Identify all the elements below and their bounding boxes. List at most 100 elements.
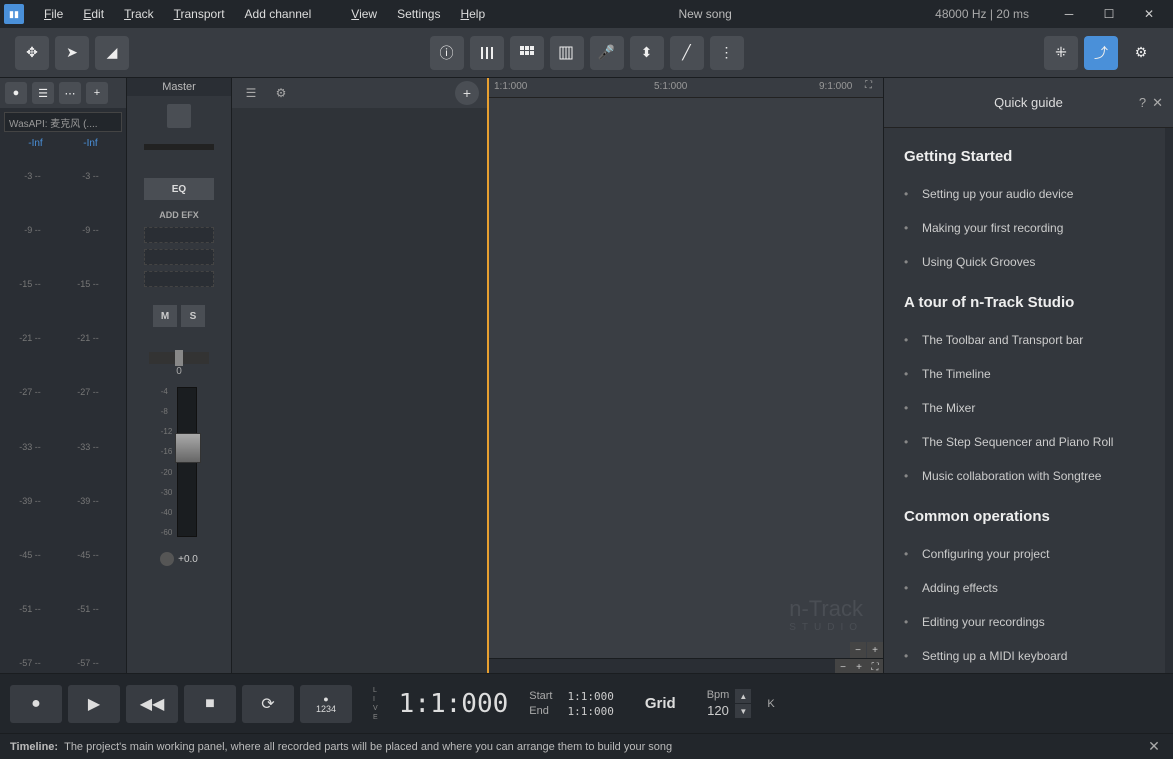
- piano-button[interactable]: [550, 36, 584, 70]
- zoom-out-h[interactable]: −: [835, 659, 851, 673]
- transport-bar: ● ▶ ◀◀ ■ ⟳ ●1234 LIVE 1:1:000 Start 1:1:…: [0, 673, 1173, 733]
- bpm-label: Bpm: [707, 689, 730, 701]
- options-icon[interactable]: ⋯: [59, 82, 81, 104]
- record-arm-icon[interactable]: ●: [5, 82, 27, 104]
- loop-button[interactable]: ⟳: [242, 685, 294, 723]
- bpm-down[interactable]: ▼: [735, 704, 751, 718]
- automation-dot-icon[interactable]: [160, 552, 174, 566]
- efx-slot-3[interactable]: [144, 271, 214, 287]
- guide-link[interactable]: Making your first recording: [904, 211, 1145, 245]
- guide-link[interactable]: Adding effects: [904, 571, 1145, 605]
- network-button[interactable]: ⁜: [1044, 36, 1078, 70]
- meter-tick: -51 --: [77, 604, 99, 614]
- fader-value: +0.0: [178, 554, 198, 565]
- ruler-mark: 5:1:000: [654, 81, 687, 92]
- zoom-fit-h[interactable]: ⛶: [867, 659, 883, 673]
- close-button[interactable]: ✕: [1129, 0, 1169, 28]
- rewind-button[interactable]: ◀◀: [126, 685, 178, 723]
- zoom-in-h[interactable]: +: [851, 659, 867, 673]
- add-input-button[interactable]: +: [86, 82, 108, 104]
- guide-link[interactable]: Setting up your audio device: [904, 177, 1145, 211]
- zoom-in-v[interactable]: +: [867, 642, 883, 658]
- help-icon[interactable]: ?: [1139, 95, 1146, 111]
- eq-button[interactable]: EQ: [144, 178, 214, 200]
- menu-edit[interactable]: Edit: [73, 3, 114, 25]
- move-tool[interactable]: ✥: [15, 36, 49, 70]
- guide-link[interactable]: The Toolbar and Transport bar: [904, 323, 1145, 357]
- info-button[interactable]: ⓘ: [430, 36, 464, 70]
- grid-button[interactable]: [510, 36, 544, 70]
- meter-tick: -33 --: [77, 442, 99, 452]
- meter-tick: -57 --: [19, 658, 41, 668]
- track-area: ☰ ⚙ + 1:1:000 5:1:000 9:1:000 ⛶ n-Track …: [232, 78, 883, 673]
- menu-view[interactable]: View: [341, 3, 387, 25]
- pan-slider[interactable]: [144, 144, 214, 150]
- list-icon[interactable]: ☰: [32, 82, 54, 104]
- minimize-button[interactable]: ─: [1049, 0, 1089, 28]
- share-button[interactable]: ⤴: [1084, 36, 1118, 70]
- timeline-canvas[interactable]: n-Track STUDIO − +: [489, 98, 883, 658]
- guide-link[interactable]: Editing your recordings: [904, 605, 1145, 639]
- meter-tick: -39 --: [77, 496, 99, 506]
- menu-settings[interactable]: Settings: [387, 3, 450, 25]
- guide-link[interactable]: The Step Sequencer and Piano Roll: [904, 425, 1145, 459]
- guide-link[interactable]: Configuring your project: [904, 537, 1145, 571]
- grid-mode[interactable]: Grid: [645, 695, 676, 712]
- metronome-button[interactable]: ●1234: [300, 685, 352, 723]
- maximize-button[interactable]: ☐: [1089, 0, 1129, 28]
- audio-device-field[interactable]: [4, 112, 122, 132]
- volume-fader[interactable]: [177, 387, 197, 537]
- fader-tick: -8: [161, 407, 173, 416]
- menu-file[interactable]: File: [34, 3, 73, 25]
- status-close-icon[interactable]: ✕: [1145, 738, 1163, 756]
- guide-link[interactable]: Music collaboration with Songtree: [904, 459, 1145, 493]
- draw-tool[interactable]: ╱: [670, 36, 704, 70]
- fader-tick: -4: [161, 387, 173, 396]
- close-guide-icon[interactable]: ✕: [1152, 95, 1163, 111]
- menu-add-channel[interactable]: Add channel: [235, 3, 322, 25]
- guide-link[interactable]: Using Quick Grooves: [904, 245, 1145, 279]
- play-button[interactable]: ▶: [68, 685, 120, 723]
- fader-tick: -60: [161, 528, 173, 537]
- menu-transport[interactable]: Transport: [164, 3, 235, 25]
- fader-tick: -12: [161, 427, 173, 436]
- add-track-button[interactable]: +: [455, 81, 479, 105]
- efx-slot-2[interactable]: [144, 249, 214, 265]
- time-display[interactable]: 1:1:000: [399, 689, 509, 719]
- guide-link[interactable]: The Mixer: [904, 391, 1145, 425]
- more-tools[interactable]: ⋮: [710, 36, 744, 70]
- menu-items: File Edit Track Transport Add channel Vi…: [34, 3, 495, 25]
- stop-button[interactable]: ■: [184, 685, 236, 723]
- efx-slot-1[interactable]: [144, 227, 214, 243]
- timeline-ruler[interactable]: 1:1:000 5:1:000 9:1:000 ⛶: [489, 78, 883, 98]
- fit-zoom-icon[interactable]: ⛶: [865, 80, 881, 96]
- meter-left-label: -Inf: [8, 138, 63, 149]
- meter-tick: -51 --: [19, 604, 41, 614]
- bpm-value[interactable]: 120: [707, 703, 729, 718]
- key-label[interactable]: K: [767, 698, 774, 710]
- fade-tool[interactable]: ◢: [95, 36, 129, 70]
- mic-button[interactable]: 🎤: [590, 36, 624, 70]
- bpm-up[interactable]: ▲: [735, 689, 751, 703]
- track-menu-icon[interactable]: ☰: [240, 82, 262, 104]
- mute-button[interactable]: M: [153, 305, 177, 327]
- guide-link[interactable]: The Timeline: [904, 357, 1145, 391]
- zoom-out-v[interactable]: −: [850, 642, 866, 658]
- menu-track[interactable]: Track: [114, 3, 164, 25]
- settings-gear-icon[interactable]: ⚙: [1124, 36, 1158, 70]
- record-button[interactable]: ●: [10, 685, 62, 723]
- balance-slider[interactable]: [149, 352, 209, 364]
- h-scrollbar[interactable]: − + ⛶: [489, 658, 883, 673]
- master-title: Master: [127, 78, 231, 96]
- plug-button[interactable]: ⬍: [630, 36, 664, 70]
- mixer-button[interactable]: [470, 36, 504, 70]
- end-value[interactable]: 1:1:000: [567, 705, 613, 718]
- pointer-tool[interactable]: ➤: [55, 36, 89, 70]
- start-value[interactable]: 1:1:000: [567, 690, 613, 703]
- track-settings-icon[interactable]: ⚙: [270, 82, 292, 104]
- solo-button[interactable]: S: [181, 305, 205, 327]
- menu-help[interactable]: Help: [450, 3, 495, 25]
- guide-link[interactable]: Setting up a MIDI keyboard: [904, 639, 1145, 673]
- input-panel: ● ☰ ⋯ + -Inf -Inf -3 ---9 ---15 ---21 --…: [0, 78, 127, 673]
- guide-scrollbar[interactable]: [1165, 128, 1173, 673]
